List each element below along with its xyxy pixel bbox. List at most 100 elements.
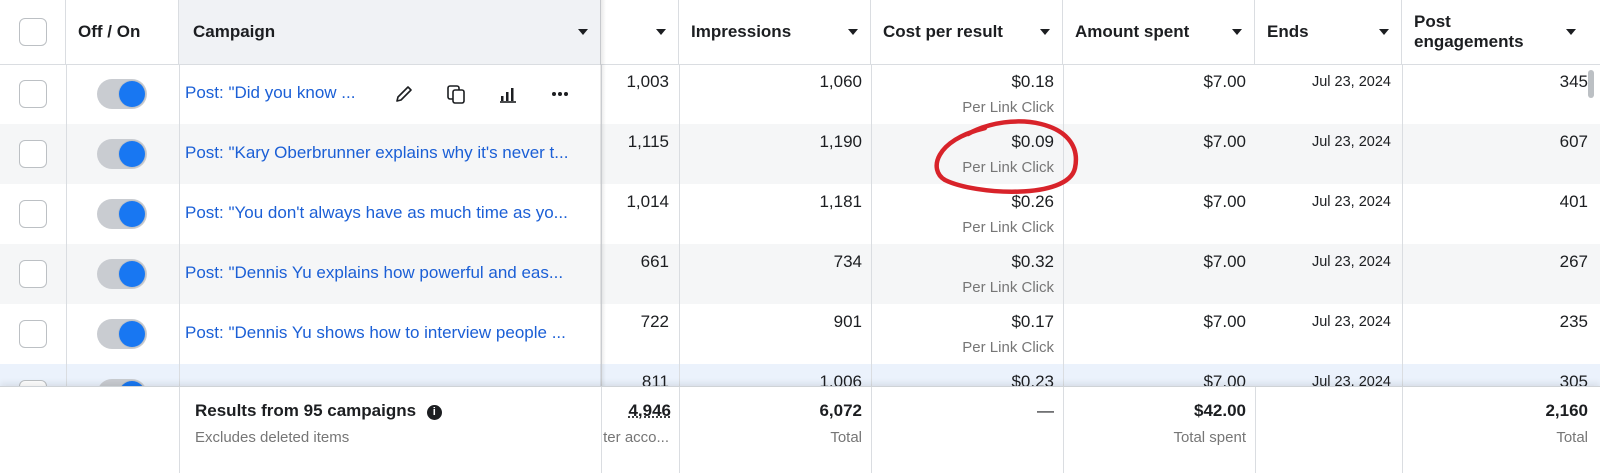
column-divider [66, 184, 67, 244]
table-row[interactable]: Post: "Dennis Yu shows how to interview … [0, 304, 1600, 364]
row-checkbox[interactable] [19, 260, 47, 288]
campaign-toggle[interactable] [97, 259, 147, 289]
ends-date: Jul 23, 2024 [1255, 314, 1391, 330]
post-engagements-value: 345 [1402, 72, 1588, 92]
campaign-name-link[interactable]: Post: "Kary Oberbrunner explains why it'… [185, 143, 595, 163]
column-divider [179, 387, 180, 473]
cost-per-result-label: Per Link Click [871, 339, 1054, 356]
duplicate-icon[interactable] [442, 80, 470, 108]
column-header-amount-spent[interactable]: Amount spent [1063, 0, 1255, 64]
table-row[interactable]: Post: "Did you know ... 1,003 1,060 $0.18 P… [0, 64, 1600, 124]
column-header-cost-per-result[interactable]: Cost per result [871, 0, 1063, 64]
cost-per-result-label: Per Link Click [871, 279, 1054, 296]
summary-engagements: 2,160 [1402, 401, 1588, 421]
cost-per-result-label: Per Link Click [871, 159, 1054, 176]
impressions-value: 901 [679, 312, 862, 332]
column-divider [179, 304, 180, 364]
more-icon[interactable] [546, 80, 574, 108]
ends-date: Jul 23, 2024 [1255, 194, 1391, 210]
vertical-scrollbar[interactable] [1588, 70, 1594, 98]
table-row[interactable]: Post: "You don't always have as much tim… [0, 184, 1600, 244]
post-engagements-value: 267 [1402, 252, 1588, 272]
column-divider [179, 124, 180, 184]
chevron-down-icon[interactable] [1232, 29, 1242, 35]
campaign-table: Off / On Campaign Impressions Cost per r… [0, 0, 1600, 472]
campaign-toggle[interactable] [97, 79, 147, 109]
summary-title-text: Results from 95 campaigns [195, 401, 416, 420]
column-divider [179, 184, 180, 244]
column-divider [179, 64, 180, 124]
row-checkbox[interactable] [19, 320, 47, 348]
summary-engagements-label: Total [1402, 429, 1588, 446]
info-icon[interactable]: i [427, 405, 442, 420]
chevron-down-icon[interactable] [578, 29, 588, 35]
chevron-down-icon[interactable] [1040, 29, 1050, 35]
bar-chart-icon[interactable] [494, 80, 522, 108]
amount-spent-value: $7.00 [1063, 252, 1246, 272]
cost-per-result-value: $0.17 [871, 312, 1054, 332]
select-all-checkbox[interactable] [19, 18, 47, 46]
campaign-toggle[interactable] [97, 139, 147, 169]
summary-spent-label: Total spent [1063, 429, 1246, 446]
toggle-knob [119, 201, 145, 227]
summary-subtitle: Excludes deleted items [195, 429, 349, 446]
column-divider [1255, 387, 1256, 473]
column-divider [66, 244, 67, 304]
column-header-post-engagements[interactable]: Post engagements [1402, 0, 1600, 64]
column-divider [179, 244, 180, 304]
row-checkbox[interactable] [19, 200, 47, 228]
cost-per-result-value: $0.32 [871, 252, 1054, 272]
summary-results[interactable]: 4,946 [601, 401, 671, 421]
summary-impressions-label: Total [679, 429, 862, 446]
results-value: 1,115 [601, 132, 669, 152]
results-value: 1,014 [601, 192, 669, 212]
chevron-down-icon[interactable] [848, 29, 858, 35]
header-select-cell [0, 0, 66, 64]
column-divider [66, 304, 67, 364]
column-divider [871, 387, 872, 473]
column-header-off-on[interactable]: Off / On [66, 0, 179, 64]
column-divider [66, 64, 67, 124]
toggle-knob [119, 321, 145, 347]
table-row[interactable]: Post: "Dennis Yu explains how powerful a… [0, 244, 1600, 304]
ends-date: Jul 23, 2024 [1255, 254, 1391, 270]
campaign-name-link[interactable]: Post: "Dennis Yu explains how powerful a… [185, 263, 595, 283]
cost-per-result-value: $0.09 [871, 132, 1054, 152]
campaign-name-link[interactable]: Post: "Did you know ... [185, 83, 375, 103]
table-row[interactable]: Post: "Kary Oberbrunner explains why it'… [0, 124, 1600, 184]
column-header-ends[interactable]: Ends [1255, 0, 1402, 64]
amount-spent-value: $7.00 [1063, 72, 1246, 92]
column-divider [66, 124, 67, 184]
chevron-down-icon[interactable] [1566, 29, 1576, 35]
campaign-name-link[interactable]: Post: "Dennis Yu shows how to interview … [185, 323, 595, 343]
results-value: 722 [601, 312, 669, 332]
results-value: 661 [601, 252, 669, 272]
row-checkbox[interactable] [19, 80, 47, 108]
column-header-results[interactable] [601, 0, 679, 64]
row-checkbox[interactable] [19, 140, 47, 168]
summary-impressions: 6,072 [679, 401, 862, 421]
summary-spent: $42.00 [1063, 401, 1246, 421]
toggle-knob [119, 141, 145, 167]
summary-results-label: ter acco... [601, 429, 669, 446]
column-header-impressions-label: Impressions [691, 22, 791, 42]
column-header-cost-label: Cost per result [883, 22, 1003, 42]
amount-spent-value: $7.00 [1063, 132, 1246, 152]
summary-cost: — [871, 401, 1054, 421]
column-header-campaign[interactable]: Campaign [179, 0, 601, 64]
column-header-campaign-label: Campaign [193, 22, 275, 42]
column-header-off-on-label: Off / On [78, 22, 140, 42]
campaign-name-link[interactable]: Post: "You don't always have as much tim… [185, 203, 595, 223]
campaign-toggle[interactable] [97, 199, 147, 229]
chevron-down-icon[interactable] [656, 29, 666, 35]
campaign-toggle[interactable] [97, 319, 147, 349]
amount-spent-value: $7.00 [1063, 192, 1246, 212]
toggle-knob [119, 81, 145, 107]
cost-per-result-label: Per Link Click [871, 219, 1054, 236]
column-header-impressions[interactable]: Impressions [679, 0, 871, 64]
chevron-down-icon[interactable] [1379, 29, 1389, 35]
pencil-icon[interactable] [390, 80, 418, 108]
impressions-value: 734 [679, 252, 862, 272]
impressions-value: 1,181 [679, 192, 862, 212]
column-header-spent-label: Amount spent [1075, 22, 1189, 42]
